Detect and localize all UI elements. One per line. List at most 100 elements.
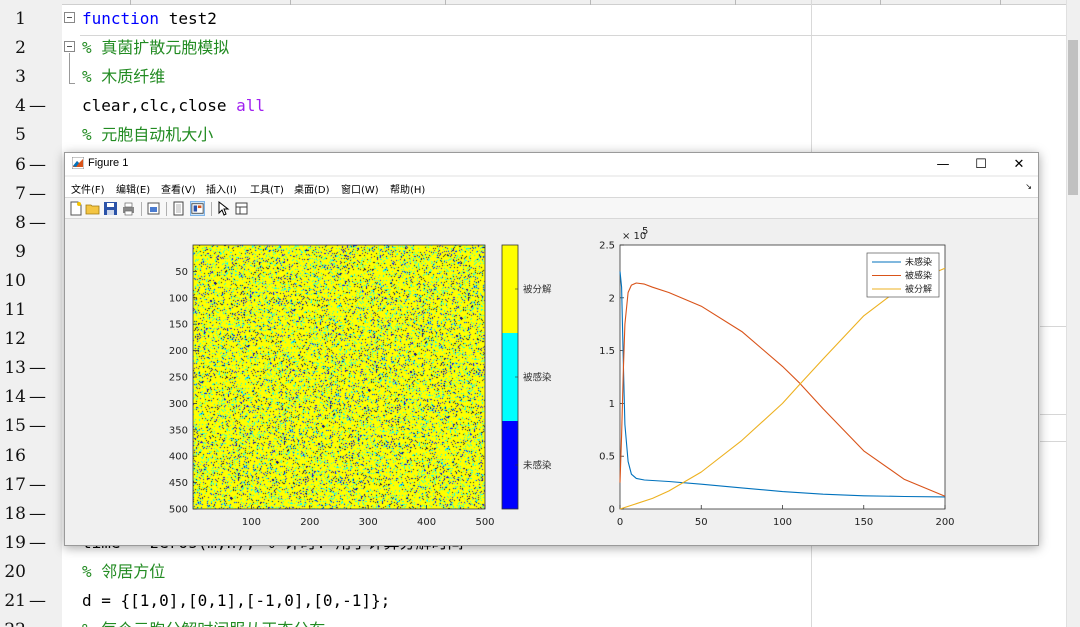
line-number-text: 6 [15, 154, 26, 175]
new-figure-icon[interactable] [68, 201, 83, 216]
x-tick-label: 0 [617, 517, 623, 528]
x-tick-label: 50 [695, 517, 708, 528]
line-number-text: 4 [15, 96, 26, 117]
figure-titlebar[interactable]: Figure 1 — ☐ ✕ [65, 153, 1038, 175]
colorbar-label: 未感染 [523, 460, 552, 472]
line-number-text: 12 [4, 329, 26, 350]
figure-window[interactable]: Figure 1 — ☐ ✕ 文件(F) 编辑(E) 查看(V) 插入(I) 工… [64, 152, 1039, 546]
menu-help[interactable]: 帮助(H) [390, 181, 425, 196]
line-number: 3 [0, 67, 46, 87]
executable-line-marker[interactable]: — [26, 533, 46, 553]
executable-line-marker[interactable]: — [26, 96, 46, 116]
minimize-icon: — [936, 156, 950, 172]
menu-tools[interactable]: 工具(T) [250, 181, 284, 196]
line-number-text: 3 [15, 67, 26, 88]
executable-line-marker[interactable]: — [26, 155, 46, 175]
code-line[interactable]: % 每个元胞分解时间服从正态分布 [82, 620, 325, 627]
y-tick-label: 2.5 [599, 241, 615, 252]
line-number-text: 1 [15, 9, 26, 29]
keyword-token: function [82, 9, 160, 28]
line-number-text: 16 [4, 445, 26, 466]
code-line[interactable]: % 元胞自动机大小 [82, 125, 213, 145]
executable-line-marker[interactable]: — [26, 504, 46, 524]
line-number-text: 9 [15, 241, 26, 262]
y-tick-label: 350 [169, 425, 188, 436]
hidden-code-guide [1040, 414, 1066, 415]
line-number-text: 2 [15, 38, 26, 59]
inspector-icon[interactable] [234, 201, 249, 216]
line-number: 16 [0, 446, 46, 466]
code-token: test2 [159, 9, 217, 28]
code-line[interactable]: % 邻居方位 [82, 562, 165, 582]
line-number-text: 18 [4, 503, 26, 524]
line-number-text: 13 [4, 358, 26, 379]
menu-view[interactable]: 查看(V) [161, 181, 196, 196]
comment-token: % 真菌扩散元胞模拟 [82, 38, 230, 58]
scrollbar-thumb[interactable] [1068, 40, 1078, 195]
executable-line-marker[interactable]: — [26, 358, 46, 378]
editor-tab-strip[interactable] [0, 0, 1080, 5]
code-line[interactable]: % 真菌扩散元胞模拟 [82, 38, 229, 58]
x-tick-label: 300 [359, 517, 378, 528]
line-number-text: 7 [15, 183, 26, 204]
line-number: 19— [0, 533, 46, 553]
y-tick-label: 250 [169, 373, 188, 384]
cell-state-image [193, 245, 485, 509]
vertical-scrollbar[interactable] [1066, 0, 1080, 627]
code-line[interactable]: clear,clc,close all [82, 96, 265, 116]
code-fold-icon[interactable] [64, 41, 75, 52]
x-tick-label: 150 [854, 517, 873, 528]
line-number: 6— [0, 155, 46, 175]
figure-toolbar [65, 197, 1038, 219]
dock-arrow-icon[interactable]: ↘ [1025, 182, 1032, 191]
tab-separator [590, 0, 591, 5]
print-preview-icon[interactable] [146, 201, 161, 216]
menu-window[interactable]: 窗口(W) [341, 181, 379, 196]
code-line[interactable]: function test2 [82, 9, 217, 29]
line-number: 20 [0, 562, 46, 582]
menu-edit[interactable]: 编辑(E) [116, 181, 150, 196]
save-icon[interactable] [103, 201, 118, 216]
line-number-text: 20 [4, 561, 26, 582]
close-icon: ✕ [1013, 156, 1025, 172]
print-icon[interactable] [121, 201, 136, 216]
executable-line-marker[interactable]: — [26, 416, 46, 436]
plot-area[interactable]: 50 100 150 200 250 300 350 400 450 500 100 200 300 40… [65, 220, 1038, 545]
x-tick-label: 200 [300, 517, 319, 528]
edit-plot-arrow-icon[interactable] [216, 201, 231, 216]
minimize-button[interactable]: — [924, 153, 962, 175]
cell-state-image-plot: 50 100 150 200 250 300 350 400 450 500 100 200 300 40… [169, 244, 495, 528]
line-number-gutter: 1 2 3 4—5 6—7—8—9 10 11 12 13—14—15—16 17—18—19—2… [0, 0, 62, 627]
menu-desktop[interactable]: 桌面(D) [294, 181, 330, 196]
executable-line-marker[interactable]: — [26, 213, 46, 233]
code-fold-guide [69, 53, 70, 83]
line-number-text: 10 [4, 270, 26, 291]
open-file-icon[interactable] [85, 201, 100, 216]
code-token: clear,clc,close [82, 96, 237, 116]
tab-separator [1000, 0, 1001, 5]
comment-token: % 元胞自动机大小 [82, 125, 214, 145]
menu-file[interactable]: 文件(F) [71, 181, 105, 196]
line-number: 1 [0, 9, 46, 29]
executable-line-marker[interactable]: — [26, 591, 46, 611]
executable-line-marker[interactable]: — [26, 184, 46, 204]
tab-separator [445, 0, 446, 5]
executable-line-marker[interactable]: — [26, 475, 46, 495]
show-plot-tools-icon[interactable] [190, 201, 205, 216]
code-line[interactable]: % 木质纤维 [82, 67, 165, 87]
close-button[interactable]: ✕ [1000, 153, 1038, 175]
hide-plot-tools-icon[interactable] [171, 201, 186, 216]
line-number: 8— [0, 213, 46, 233]
line-number: 18— [0, 504, 46, 524]
code-token: d = {[1,0],[0,1],[-1,0],[0,-1]}; [82, 591, 391, 610]
maximize-button[interactable]: ☐ [962, 153, 1000, 175]
code-line[interactable]: d = {[1,0],[0,1],[-1,0],[0,-1]}; [82, 591, 390, 611]
y-tick-label: 300 [169, 399, 188, 410]
code-fold-icon[interactable] [64, 12, 75, 23]
tab-separator [290, 0, 291, 5]
legend-label: 被感染 [905, 270, 932, 282]
figure-menubar: 文件(F) 编辑(E) 查看(V) 插入(I) 工具(T) 桌面(D) 窗口(W… [65, 177, 1038, 197]
executable-line-marker[interactable]: — [26, 387, 46, 407]
line-number: 14— [0, 387, 46, 407]
menu-insert[interactable]: 插入(I) [206, 181, 237, 196]
